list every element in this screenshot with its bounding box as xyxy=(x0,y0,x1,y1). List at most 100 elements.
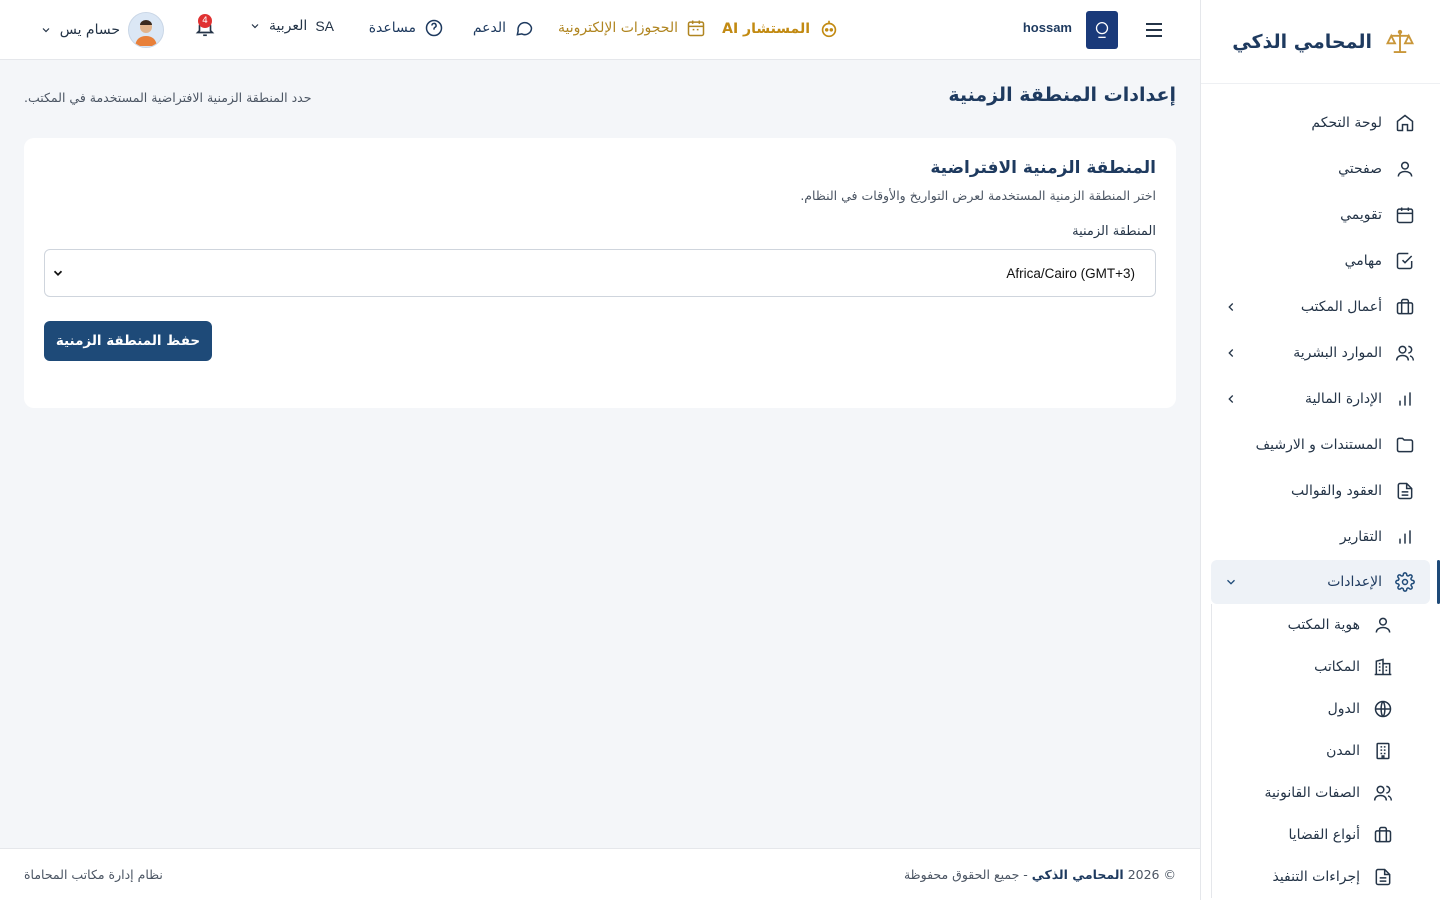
card-title: المنطقة الزمنية الافتراضية xyxy=(930,158,1156,178)
users-icon xyxy=(1394,342,1416,364)
sidebar-subitem-case-types[interactable]: أنواع القضايا xyxy=(1212,814,1440,856)
timezone-selected-value: Africa/Cairo (GMT+3) xyxy=(1006,265,1135,281)
profile-menu[interactable]: حسام يس xyxy=(40,12,164,48)
sidebar: المحامي الذكي لوحة التحكم صفحتي تقويمي م… xyxy=(1200,0,1440,900)
support-link[interactable]: الدعم xyxy=(473,18,534,38)
sidebar-subitem-legal-capacities[interactable]: الصفات القانونية xyxy=(1212,772,1440,814)
calendar-icon xyxy=(686,18,706,38)
notification-count-badge: 4 xyxy=(198,14,212,28)
sidebar-subitem-cities[interactable]: المدن xyxy=(1212,730,1440,772)
help-link[interactable]: مساعدة xyxy=(369,18,444,38)
lang-label: العربية xyxy=(269,18,308,34)
sidebar-item-label: أنواع القضايا xyxy=(1288,827,1360,843)
sidebar-item-finance[interactable]: الإدارة المالية xyxy=(1201,376,1440,422)
sidebar-item-calendar[interactable]: تقويمي xyxy=(1201,192,1440,238)
office-logo xyxy=(1086,11,1118,49)
file-text-icon xyxy=(1372,866,1394,888)
chevron-down-icon xyxy=(1223,574,1239,590)
sidebar-item-office-work[interactable]: أعمال المكتب xyxy=(1201,284,1440,330)
sidebar-item-label: العقود والقوالب xyxy=(1290,483,1382,499)
footer: © 2026 المحامي الذكي - جميع الحقوق محفوظ… xyxy=(0,848,1200,900)
sidebar-nav: لوحة التحكم صفحتي تقويمي مهامي أعمال الم… xyxy=(1201,84,1440,898)
users-icon xyxy=(1372,782,1394,804)
chevron-left-icon xyxy=(1223,345,1239,361)
sidebar-item-documents[interactable]: المستندات و الارشيف xyxy=(1201,422,1440,468)
sidebar-item-label: تقويمي xyxy=(1340,207,1382,223)
sidebar-item-label: الإعدادات xyxy=(1327,574,1382,590)
user-icon xyxy=(1372,614,1394,636)
sidebar-subitem-countries[interactable]: الدول xyxy=(1212,688,1440,730)
sidebar-subitem-office-identity[interactable]: هوية المكتب xyxy=(1212,604,1440,646)
timezone-field-label: المنطقة الزمنية xyxy=(1072,224,1156,239)
sidebar-item-tasks[interactable]: مهامي xyxy=(1201,238,1440,284)
chevron-down-icon xyxy=(51,266,65,280)
sidebar-item-hr[interactable]: الموارد البشرية xyxy=(1201,330,1440,376)
sidebar-item-contracts[interactable]: العقود والقوالب xyxy=(1201,468,1440,514)
office-username: hossam xyxy=(1022,20,1072,35)
save-timezone-button[interactable]: حفظ المنطقة الزمنية xyxy=(44,321,212,361)
copyright-brand: المحامي الذكي xyxy=(1031,867,1124,882)
sidebar-item-label: المكاتب xyxy=(1314,659,1360,675)
language-selector[interactable]: SA العربية xyxy=(249,18,334,34)
menu-icon[interactable] xyxy=(1142,18,1166,42)
check-square-icon xyxy=(1394,250,1416,272)
avatar xyxy=(128,12,164,48)
ai-advisor-link[interactable]: المستشار AI xyxy=(722,18,840,40)
timezone-select[interactable]: Africa/Cairo (GMT+3) xyxy=(44,249,1156,297)
bar-chart-icon xyxy=(1394,526,1416,548)
office-icon xyxy=(1372,740,1394,762)
page-subtitle: حدد المنطقة الزمنية الافتراضية المستخدمة… xyxy=(24,90,312,105)
page-title: إعدادات المنطقة الزمنية xyxy=(948,84,1176,106)
support-label: الدعم xyxy=(472,20,506,36)
folder-icon xyxy=(1394,434,1416,456)
card-description: اختر المنطقة الزمنية المستخدمة لعرض التو… xyxy=(800,188,1156,203)
user-icon xyxy=(1394,158,1416,180)
sidebar-item-label: الإدارة المالية xyxy=(1304,391,1382,407)
sidebar-item-label: مهامي xyxy=(1344,253,1382,269)
copyright-suffix: - جميع الحقوق محفوظة xyxy=(903,867,1028,882)
briefcase-icon xyxy=(1394,296,1416,318)
sidebar-item-settings[interactable]: الإعدادات xyxy=(1211,560,1440,604)
sidebar-item-label: التقارير xyxy=(1339,529,1382,545)
footer-system-label: نظام إدارة مكاتب المحاماة xyxy=(24,867,163,882)
main-content: إعدادات المنطقة الزمنية حدد المنطقة الزم… xyxy=(0,60,1200,848)
sidebar-item-label: الصفات القانونية xyxy=(1264,785,1360,801)
globe-icon xyxy=(1372,698,1394,720)
help-circle-icon xyxy=(424,18,444,38)
robot-icon xyxy=(818,18,840,40)
sidebar-item-label: هوية المكتب xyxy=(1287,617,1360,633)
sidebar-item-dashboard[interactable]: لوحة التحكم xyxy=(1201,100,1440,146)
gear-icon xyxy=(1394,571,1416,593)
sidebar-item-label: الموارد البشرية xyxy=(1293,345,1382,361)
lang-code: SA xyxy=(315,18,334,34)
chevron-down-icon xyxy=(249,20,261,32)
sidebar-item-profile[interactable]: صفحتي xyxy=(1201,146,1440,192)
ai-advisor-label: المستشار AI xyxy=(722,21,810,37)
sidebar-item-label: صفحتي xyxy=(1338,161,1382,177)
sidebar-subitem-offices[interactable]: المكاتب xyxy=(1212,646,1440,688)
sidebar-item-label: أعمال المكتب xyxy=(1300,299,1382,315)
chevron-left-icon xyxy=(1223,391,1239,407)
sidebar-item-reports[interactable]: التقارير xyxy=(1201,514,1440,560)
calendar-icon xyxy=(1394,204,1416,226)
chat-bubble-icon xyxy=(514,18,534,38)
bar-chart-icon xyxy=(1394,388,1416,410)
briefcase-icon xyxy=(1372,824,1394,846)
chevron-down-icon xyxy=(40,24,52,36)
notifications-bell[interactable]: 4 xyxy=(192,14,216,42)
brand-name: المحامي الذكي xyxy=(1232,30,1372,53)
building-icon xyxy=(1372,656,1394,678)
chevron-left-icon xyxy=(1223,299,1239,315)
sidebar-item-label: إجراءات التنفيذ xyxy=(1272,869,1360,885)
sidebar-item-label: المدن xyxy=(1326,743,1360,759)
bookings-link[interactable]: الحجوزات الإلكترونية xyxy=(558,18,706,38)
file-text-icon xyxy=(1394,480,1416,502)
sidebar-item-label: المستندات و الارشيف xyxy=(1255,437,1382,453)
home-icon xyxy=(1394,112,1416,134)
brand[interactable]: المحامي الذكي xyxy=(1201,0,1440,84)
help-label: مساعدة xyxy=(368,20,416,36)
footer-copyright: © 2026 المحامي الذكي - جميع الحقوق محفوظ… xyxy=(904,867,1176,882)
sidebar-item-label: لوحة التحكم xyxy=(1311,115,1382,131)
sidebar-subitem-execution-procedures[interactable]: إجراءات التنفيذ xyxy=(1212,856,1440,898)
copyright-prefix: © 2026 xyxy=(1127,867,1176,882)
